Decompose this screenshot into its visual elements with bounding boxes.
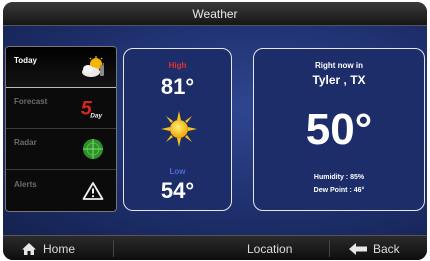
high-temperature: 81° — [160, 74, 195, 99]
sidebar-item-alerts[interactable]: Alerts — [6, 170, 116, 211]
current-temperature: 50° — [305, 105, 373, 154]
five-day-icon: 5 Day — [80, 95, 106, 121]
sidebar-menu: Today Forecast 5 Day Radar Alerts — [5, 46, 117, 212]
back-label: Back — [373, 241, 400, 256]
sidebar-item-label: Radar — [14, 137, 37, 147]
home-label: Home — [43, 241, 76, 256]
divider — [113, 240, 114, 257]
back-arrow-icon — [349, 242, 367, 255]
low-temperature: 54° — [160, 178, 195, 203]
sidebar-item-radar[interactable]: Radar — [6, 129, 116, 170]
main-content: Today Forecast 5 Day Radar Alerts High 8… — [3, 26, 427, 235]
svg-text:Day: Day — [90, 112, 102, 119]
radar-icon — [80, 136, 106, 162]
sidebar-item-forecast[interactable]: Forecast 5 Day — [6, 88, 116, 129]
back-button[interactable]: Back — [349, 236, 400, 260]
sidebar-item-label: Alerts — [14, 179, 37, 189]
partly-cloudy-icon — [80, 54, 106, 80]
humidity-readout: Humidity : 85% — [313, 174, 365, 181]
app-frame: Weather Today Forecast 5 Day Radar Alert… — [3, 2, 427, 260]
location-label: Location — [247, 241, 293, 256]
dew-point-readout: Dew Point : 46° — [313, 187, 365, 194]
city-name: Tyler , TX — [312, 73, 366, 87]
sun-icon — [161, 111, 197, 147]
home-icon — [22, 242, 36, 255]
title-bar: Weather — [3, 2, 427, 26]
high-label: High — [168, 61, 187, 70]
low-label: Low — [169, 167, 186, 176]
forecast-panel: High 81° Low 54° — [123, 48, 232, 211]
location-button[interactable]: Location — [247, 236, 292, 260]
right-now-label: Right now in — [315, 61, 363, 70]
sidebar-item-label: Today — [14, 55, 37, 65]
alert-icon — [80, 178, 106, 204]
current-conditions-panel: Right now in Tyler , TX 50° Humidity : 8… — [253, 48, 425, 211]
sidebar-item-label: Forecast — [14, 96, 48, 106]
home-button[interactable]: Home — [21, 236, 75, 260]
sidebar-item-today[interactable]: Today — [6, 47, 116, 88]
bottom-bar: Home Location Back — [3, 235, 427, 260]
divider — [329, 240, 330, 257]
